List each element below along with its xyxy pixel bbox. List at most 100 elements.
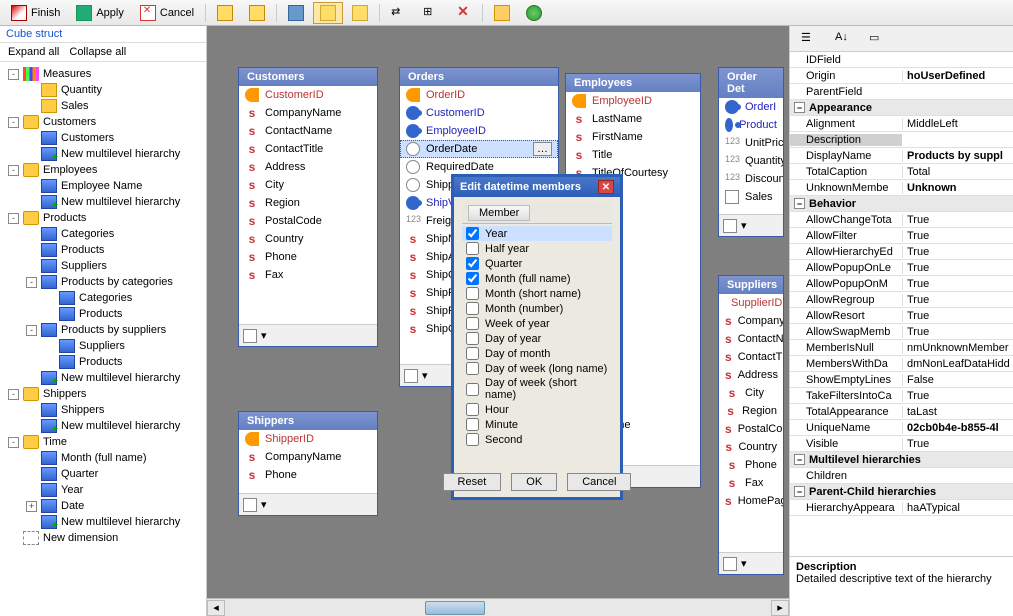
property-row[interactable]: AllowRegroupTrue bbox=[790, 292, 1013, 308]
entity-field[interactable]: sPostalCode bbox=[239, 212, 377, 230]
tree-node[interactable]: Quantity bbox=[2, 82, 204, 98]
member-item[interactable]: Half year bbox=[462, 241, 612, 256]
ellipsis-button[interactable]: … bbox=[533, 142, 552, 156]
entity-field[interactable]: sFax bbox=[719, 474, 783, 492]
property-row[interactable]: AllowPopupOnMTrue bbox=[790, 276, 1013, 292]
entity-field[interactable]: sPhone bbox=[239, 466, 377, 484]
tree-toggle[interactable]: - bbox=[8, 117, 19, 128]
property-value[interactable]: True bbox=[902, 310, 1013, 322]
property-row[interactable]: TotalAppearancetaLast bbox=[790, 404, 1013, 420]
toolbtn-2[interactable] bbox=[313, 2, 343, 24]
tree-node[interactable]: Suppliers bbox=[2, 338, 204, 354]
tree-node[interactable]: Quarter bbox=[2, 466, 204, 482]
entity-header[interactable]: Employees bbox=[566, 74, 700, 92]
tree-node[interactable]: -Customers bbox=[2, 114, 204, 130]
member-item[interactable]: Week of year bbox=[462, 316, 612, 331]
member-item[interactable]: Quarter bbox=[462, 256, 612, 271]
property-row[interactable]: Children bbox=[790, 468, 1013, 484]
member-checkbox[interactable] bbox=[466, 362, 479, 375]
category-toggle[interactable]: − bbox=[794, 486, 805, 497]
entity-field[interactable]: sHomePag bbox=[719, 492, 783, 510]
tree-node[interactable]: Shippers bbox=[2, 402, 204, 418]
property-row[interactable]: DisplayNameProducts by suppl bbox=[790, 148, 1013, 164]
tree-node[interactable]: Products bbox=[2, 242, 204, 258]
entity-field[interactable]: sPhone bbox=[239, 248, 377, 266]
member-item[interactable]: Month (full name) bbox=[462, 271, 612, 286]
member-item[interactable]: Day of week (short name) bbox=[462, 376, 612, 402]
property-row[interactable]: OriginhoUserDefined bbox=[790, 68, 1013, 84]
member-item[interactable]: Year bbox=[462, 226, 612, 241]
property-row[interactable]: MemberIsNullnmUnknownMember bbox=[790, 340, 1013, 356]
entity-field[interactable]: sRegion bbox=[719, 402, 783, 420]
member-item[interactable]: Hour bbox=[462, 402, 612, 417]
property-category[interactable]: −Multilevel hierarchies bbox=[790, 452, 1013, 468]
structure-tree[interactable]: -MeasuresQuantitySales-CustomersCustomer… bbox=[0, 62, 206, 616]
cancel-button[interactable]: Cancel bbox=[567, 473, 631, 491]
web-button[interactable] bbox=[519, 2, 549, 24]
dialog-titlebar[interactable]: Edit datetime members ✕ bbox=[454, 177, 620, 197]
member-item[interactable]: Second bbox=[462, 432, 612, 447]
cancel-button[interactable]: Cancel bbox=[133, 2, 201, 24]
tree-toggle[interactable]: - bbox=[8, 213, 19, 224]
tree-node[interactable]: Sales bbox=[2, 98, 204, 114]
reset-button[interactable]: Reset bbox=[443, 473, 502, 491]
entity-suppliers[interactable]: SuppliersSupplierIDsCompanysContactNsCon… bbox=[718, 275, 784, 575]
property-row[interactable]: IDField bbox=[790, 52, 1013, 68]
alphabetical-button[interactable]: A↓ bbox=[828, 28, 858, 50]
dropdown-icon[interactable]: ▾ bbox=[741, 219, 747, 232]
member-checkbox[interactable] bbox=[466, 242, 479, 255]
category-toggle[interactable]: − bbox=[794, 102, 805, 113]
tree-node[interactable]: -Products by categories bbox=[2, 274, 204, 290]
property-row[interactable]: AllowFilterTrue bbox=[790, 228, 1013, 244]
tree-node[interactable]: Products bbox=[2, 306, 204, 322]
finish-button[interactable]: Finish bbox=[4, 2, 67, 24]
property-category[interactable]: −Behavior bbox=[790, 196, 1013, 212]
property-row[interactable]: UniqueName02cb0b4e-b855-4l bbox=[790, 420, 1013, 436]
entity-field[interactable]: sContactTitle bbox=[239, 140, 377, 158]
entity-field[interactable]: SupplierID bbox=[719, 294, 783, 312]
member-checkbox[interactable] bbox=[466, 332, 479, 345]
tree-toggle[interactable]: - bbox=[8, 69, 19, 80]
entity-field[interactable]: sTitle bbox=[566, 146, 700, 164]
property-value[interactable]: nmUnknownMember bbox=[902, 342, 1013, 354]
toolbtn-3[interactable] bbox=[345, 2, 375, 24]
dropdown-icon[interactable]: ▾ bbox=[261, 498, 267, 511]
tree-node[interactable]: -Measures bbox=[2, 66, 204, 82]
member-checkbox[interactable] bbox=[466, 403, 479, 416]
entity-field[interactable]: EmployeeID bbox=[566, 92, 700, 110]
tree-node[interactable]: Employee Name bbox=[2, 178, 204, 194]
entity-field[interactable]: sPhone bbox=[719, 456, 783, 474]
entity-field[interactable]: sContactN bbox=[719, 330, 783, 348]
toolbtn-5[interactable]: ⊞ bbox=[416, 2, 446, 24]
notes-button[interactable] bbox=[487, 2, 517, 24]
redo-button[interactable] bbox=[242, 2, 272, 24]
tree-node[interactable]: New dimension bbox=[2, 530, 204, 546]
property-row[interactable]: AllowSwapMembTrue bbox=[790, 324, 1013, 340]
tree-toggle[interactable]: - bbox=[26, 277, 37, 288]
entity-field[interactable]: sCompanyName bbox=[239, 104, 377, 122]
member-item[interactable]: Minute bbox=[462, 417, 612, 432]
entity-field[interactable]: EmployeeID bbox=[400, 122, 558, 140]
undo-button[interactable] bbox=[210, 2, 240, 24]
entity-shippers[interactable]: ShippersShipperIDsCompanyNamesPhone▾ bbox=[238, 411, 378, 516]
property-value[interactable]: dmNonLeafDataHidd bbox=[902, 358, 1013, 370]
collapse-all-link[interactable]: Collapse all bbox=[69, 46, 126, 58]
member-checkbox[interactable] bbox=[466, 227, 479, 240]
property-value[interactable]: True bbox=[902, 230, 1013, 242]
member-checkbox[interactable] bbox=[466, 383, 479, 396]
member-item[interactable]: Day of month bbox=[462, 346, 612, 361]
property-row[interactable]: MembersWithDadmNonLeafDataHidd bbox=[790, 356, 1013, 372]
member-item[interactable]: Month (number) bbox=[462, 301, 612, 316]
tree-node[interactable]: -Products by suppliers bbox=[2, 322, 204, 338]
scroll-thumb[interactable] bbox=[425, 601, 485, 615]
scroll-left-arrow[interactable]: ◂ bbox=[207, 600, 225, 616]
property-value[interactable]: haATypical bbox=[902, 502, 1013, 514]
property-category[interactable]: −Parent-Child hierarchies bbox=[790, 484, 1013, 500]
tree-toggle[interactable]: - bbox=[8, 165, 19, 176]
entity-field[interactable]: 123UnitPric bbox=[719, 134, 783, 152]
category-toggle[interactable]: − bbox=[794, 454, 805, 465]
table-icon[interactable] bbox=[404, 369, 418, 383]
property-row[interactable]: UnknownMembeUnknown bbox=[790, 180, 1013, 196]
dropdown-icon[interactable]: ▾ bbox=[422, 369, 428, 382]
table-icon[interactable] bbox=[723, 219, 737, 233]
